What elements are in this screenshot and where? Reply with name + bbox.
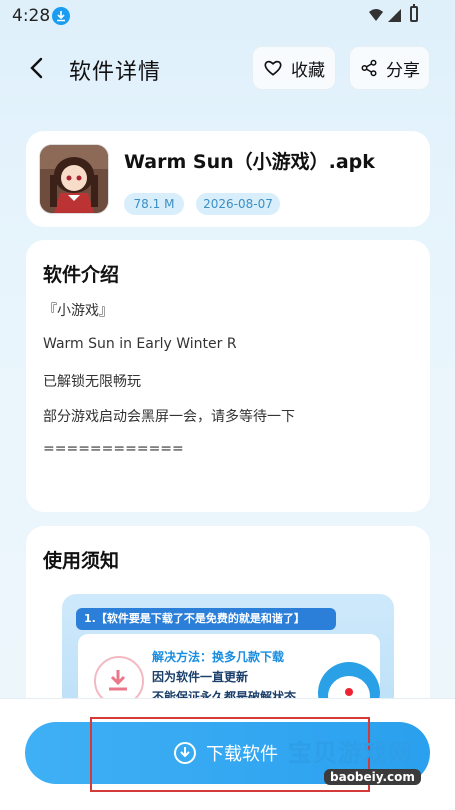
battery-icon: [410, 4, 418, 22]
signal-icon: [388, 9, 401, 22]
notice-banner: 1.【软件要是下载了不是免费的就是和谐了】: [76, 608, 336, 630]
intro-line: 已解锁无限畅玩: [43, 374, 141, 390]
top-nav: 软件详情 收藏 分享: [0, 46, 455, 92]
date-badge: 2026-08-07: [196, 193, 280, 215]
app-info-card: Warm Sun（小游戏）.apk 78.1 M 2026-08-07: [26, 131, 430, 227]
notice-line: 解决方法：换多几款下载: [152, 650, 285, 664]
notice-title: 使用须知: [43, 550, 120, 572]
intro-line: Warm Sun in Early Winter R: [43, 336, 237, 352]
app-icon: [40, 145, 108, 213]
download-notification-icon: [52, 7, 70, 25]
intro-card: 软件介绍 『小游戏』 Warm Sun in Early Winter R 已解…: [26, 240, 430, 512]
size-badge: 78.1 M: [124, 193, 184, 215]
intro-line: 『小游戏』: [43, 303, 113, 319]
intro-title: 软件介绍: [43, 264, 120, 286]
share-icon: [361, 59, 377, 77]
page-title: 软件详情: [69, 60, 162, 85]
notice-line: 因为软件一直更新: [152, 670, 249, 684]
heart-icon: [264, 60, 282, 76]
favorite-label: 收藏: [291, 60, 325, 81]
wifi-icon: [369, 9, 383, 21]
watermark-text: 宝贝游戏网: [288, 739, 413, 767]
intro-line: 部分游戏启动会黑屏一会，请多等待一下: [43, 409, 295, 425]
favorite-button[interactable]: 收藏: [252, 46, 336, 90]
app-name: Warm Sun（小游戏）.apk: [124, 151, 375, 173]
intro-line: ============: [43, 441, 184, 457]
status-bar: 4:28: [0, 0, 455, 32]
share-label: 分享: [386, 60, 420, 81]
back-arrow-icon[interactable]: [26, 56, 50, 80]
status-time: 4:28: [12, 6, 51, 26]
share-button[interactable]: 分享: [349, 46, 430, 90]
watermark: 宝贝游戏网 baobeiy.com: [280, 733, 430, 785]
bottom-bar: 下载软件 宝贝游戏网 baobeiy.com: [0, 698, 455, 810]
watermark-url: baobeiy.com: [324, 769, 421, 785]
notice-card: 使用须知 1.【软件要是下载了不是免费的就是和谐了】 解决方法：换多几款下载 因…: [26, 526, 430, 734]
